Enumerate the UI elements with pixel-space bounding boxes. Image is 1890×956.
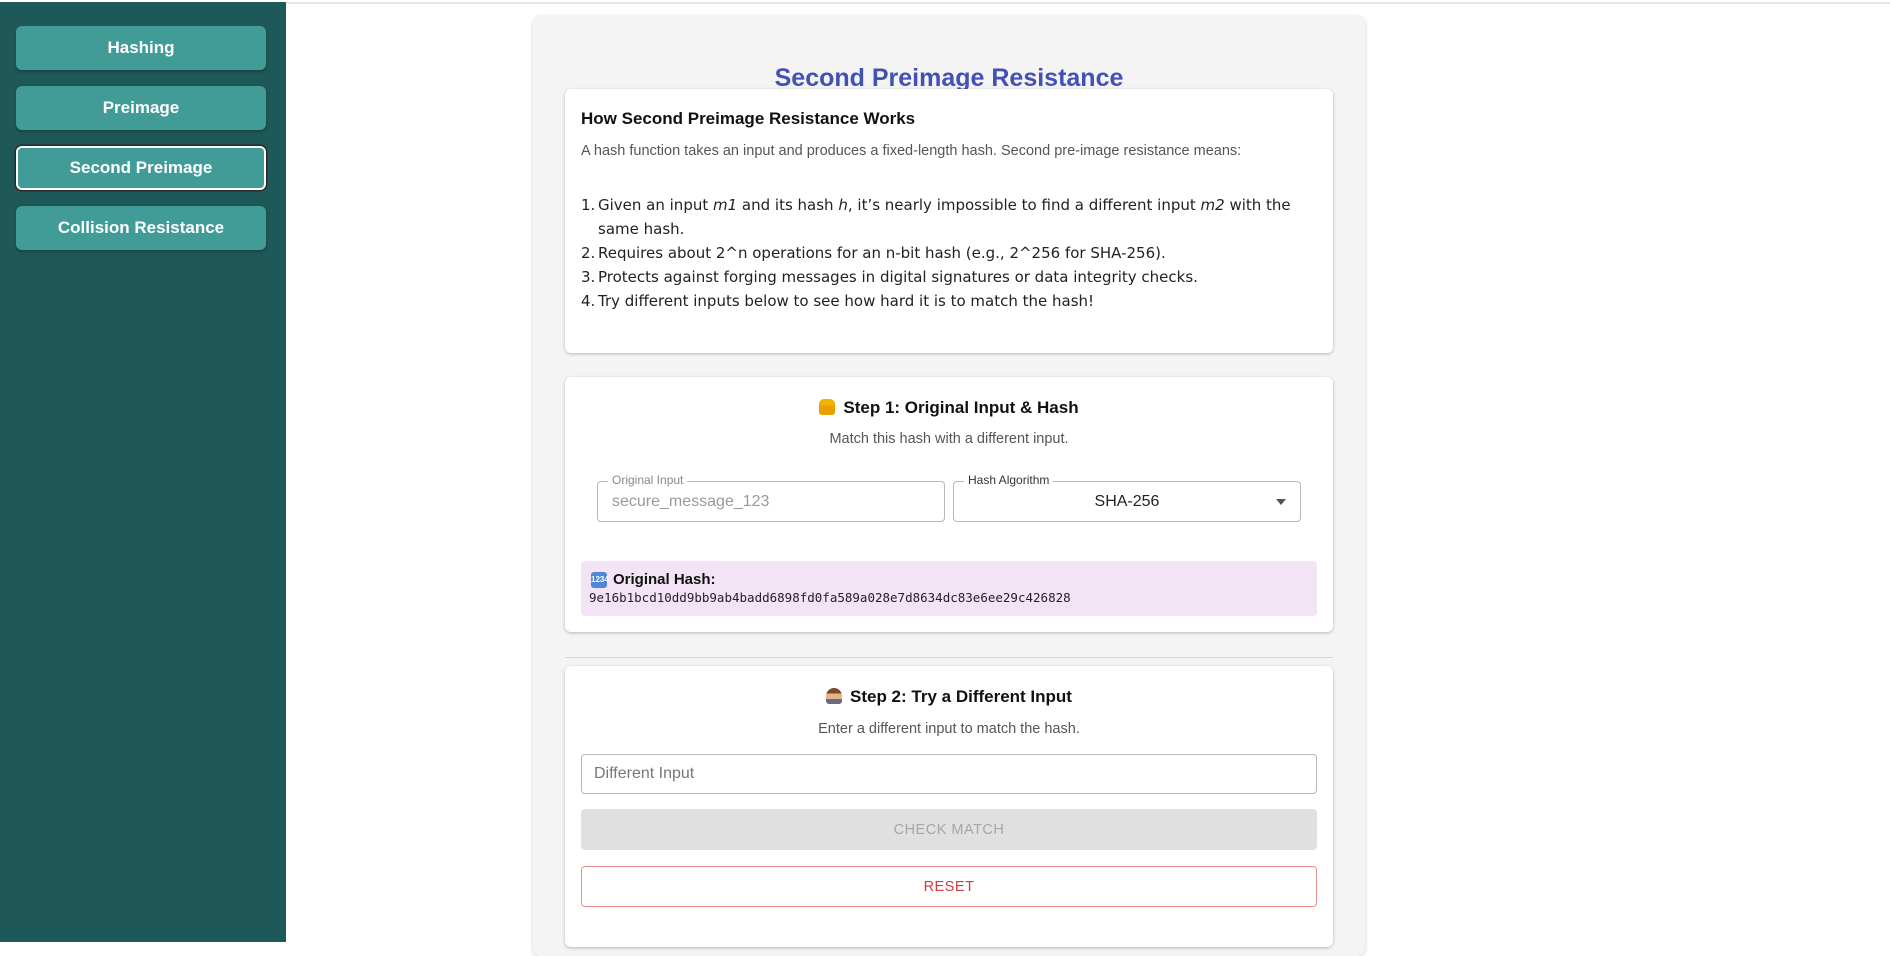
sidebar-item-second-preimage[interactable]: Second Preimage [16, 146, 266, 190]
info-intro: A hash function takes an input and produ… [581, 143, 1242, 159]
list-item: 3. Protects against forging messages in … [581, 268, 1198, 286]
sidebar: Hashing Preimage Second Preimage Collisi… [0, 2, 286, 942]
hash-algorithm-value: SHA-256 [1094, 493, 1160, 510]
step1-subtitle: Match this hash with a different input. [829, 431, 1069, 447]
step2-heading: Step 2: Try a Different Input [565, 687, 1333, 707]
divider [565, 657, 1333, 658]
original-hash-value: 9e16b1bcd10dd9bb9ab4badd6898fd0fa589a028… [589, 590, 1071, 605]
step2-card: Step 2: Try a Different Input Enter a di… [565, 666, 1333, 947]
lock-icon [819, 399, 836, 415]
hash-algorithm-select[interactable]: Hash Algorithm SHA-256 [953, 473, 1301, 522]
numbers-icon: 1234 [591, 571, 609, 588]
original-hash-box: 1234 Original Hash: 9e16b1bcd10dd9bb9ab4… [581, 561, 1317, 616]
original-input-label: Original Input [608, 473, 688, 487]
reset-button[interactable]: RESET [581, 866, 1317, 907]
step1-heading: Step 1: Original Input & Hash [565, 398, 1333, 418]
info-list: 1. Given an input m1 and its hash h, it’… [581, 193, 1321, 313]
check-match-button[interactable]: CHECK MATCH [581, 809, 1317, 850]
list-item: 1. Given an input m1 and its hash h, it’… [581, 196, 1291, 238]
top-border [286, 2, 1890, 4]
info-card: How Second Preimage Resistance Works A h… [565, 89, 1333, 353]
original-input-value: secure_message_123 [612, 493, 770, 510]
hash-algorithm-label: Hash Algorithm [964, 473, 1054, 487]
detective-icon [826, 688, 842, 704]
sidebar-item-collision-resistance[interactable]: Collision Resistance [16, 206, 266, 250]
original-input-field[interactable]: Original Input secure_message_123 [597, 473, 945, 522]
list-item: 2. Requires about 2^n operations for an … [581, 244, 1166, 262]
different-input-field[interactable]: Different Input [581, 754, 1317, 794]
original-hash-label: Original Hash: [613, 571, 716, 588]
step2-subtitle: Enter a different input to match the has… [818, 721, 1080, 737]
sidebar-item-preimage[interactable]: Preimage [16, 86, 266, 130]
info-heading: How Second Preimage Resistance Works [581, 109, 916, 128]
caret-down-icon [1276, 499, 1286, 505]
different-input-placeholder: Different Input [594, 765, 695, 782]
main-panel: Second Preimage Resistance How Second Pr… [533, 16, 1365, 956]
sidebar-item-hashing[interactable]: Hashing [16, 26, 266, 70]
step1-card: Step 1: Original Input & Hash Match this… [565, 377, 1333, 632]
list-item: 4. Try different inputs below to see how… [581, 292, 1095, 310]
